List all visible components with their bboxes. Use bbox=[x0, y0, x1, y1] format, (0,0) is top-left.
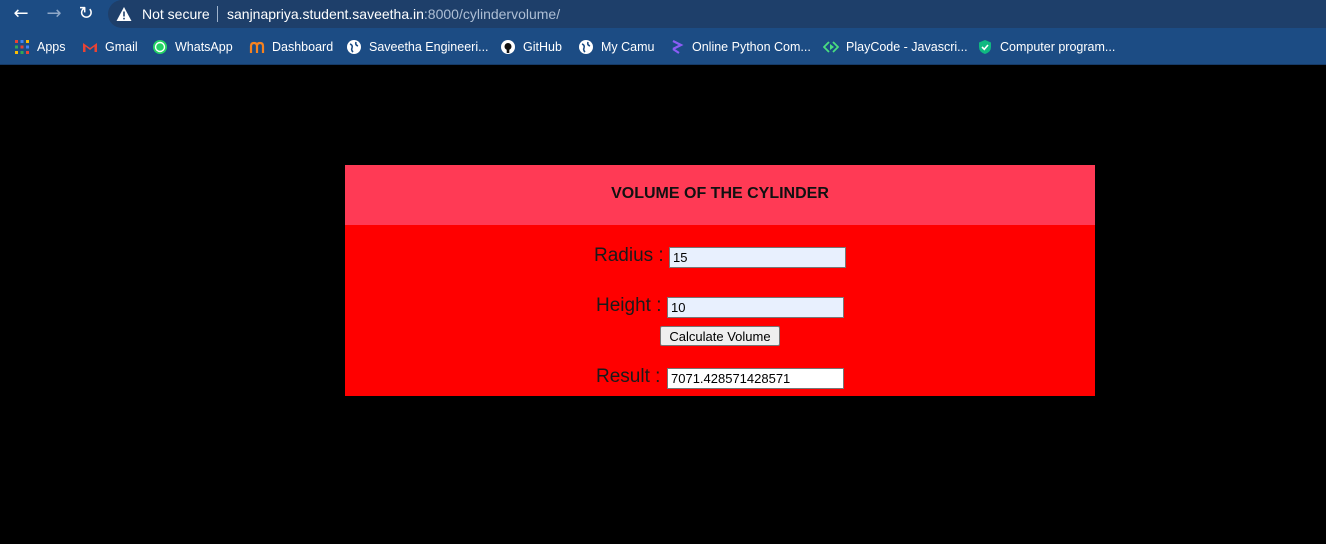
bookmark-label: GitHub bbox=[523, 40, 562, 54]
height-label: Height : bbox=[596, 295, 662, 316]
bookmark-label: WhatsApp bbox=[175, 40, 233, 54]
github-icon bbox=[501, 40, 515, 54]
whatsapp-icon bbox=[153, 40, 167, 54]
bookmark-label: Apps bbox=[37, 40, 66, 54]
radius-input[interactable] bbox=[669, 247, 846, 268]
back-arrow-icon[interactable]: ← bbox=[9, 3, 33, 25]
bookmark-gmail[interactable]: Gmail bbox=[82, 38, 138, 56]
bookmark-label: My Camu bbox=[601, 40, 655, 54]
url-path: :8000/cylindervolume/ bbox=[423, 6, 561, 22]
result-label: Result : bbox=[596, 366, 661, 387]
url-host: sanjnapriya.student.saveetha.in bbox=[227, 6, 424, 22]
bookmark-computer-program[interactable]: Computer program... bbox=[977, 38, 1115, 56]
bookmark-label: Computer program... bbox=[1000, 40, 1116, 54]
warning-icon[interactable] bbox=[116, 6, 132, 22]
browser-toolbar: ← → ↻ Not secure sanjnapriya.student.sav… bbox=[0, 0, 1326, 29]
bookmark-my-camu[interactable]: My Camu bbox=[578, 38, 654, 56]
radius-label: Radius : bbox=[594, 245, 664, 266]
calculate-volume-button[interactable]: Calculate Volume bbox=[660, 326, 780, 346]
bookmark-saveetha[interactable]: Saveetha Engineeri... bbox=[346, 38, 489, 56]
url-text[interactable]: sanjnapriya.student.saveetha.in:8000/cyl… bbox=[227, 6, 560, 22]
height-input[interactable] bbox=[667, 297, 844, 318]
cylinder-form-card: VOLUME OF THE CYLINDER Radius : Height :… bbox=[345, 165, 1095, 396]
python-compiler-icon bbox=[672, 40, 684, 54]
bookmark-online-python[interactable]: Online Python Com... bbox=[669, 38, 811, 56]
bookmark-label: Saveetha Engineeri... bbox=[369, 40, 489, 54]
playcode-icon bbox=[823, 41, 839, 53]
card-header: VOLUME OF THE CYLINDER bbox=[345, 165, 1095, 225]
card-body: Radius : Height : Calculate Volume Resul… bbox=[345, 225, 1095, 396]
bookmark-label: Online Python Com... bbox=[692, 40, 811, 54]
bookmark-apps[interactable]: Apps bbox=[14, 38, 66, 56]
gmail-icon bbox=[83, 43, 97, 52]
bookmark-whatsapp[interactable]: WhatsApp bbox=[152, 38, 233, 56]
result-output[interactable] bbox=[667, 368, 844, 389]
address-separator bbox=[217, 6, 218, 22]
bookmarks-bar: Apps Gmail WhatsApp Dashboard Saveetha E… bbox=[0, 29, 1326, 65]
globe-icon bbox=[347, 40, 361, 54]
forward-arrow-icon[interactable]: → bbox=[42, 3, 66, 25]
bookmark-dashboard[interactable]: Dashboard bbox=[249, 38, 333, 56]
bookmark-label: PlayCode - Javascri... bbox=[846, 40, 968, 54]
bookmark-playcode[interactable]: PlayCode - Javascri... bbox=[823, 38, 968, 56]
apps-grid-icon bbox=[15, 40, 29, 54]
bookmark-label: Dashboard bbox=[272, 40, 334, 54]
reload-icon[interactable]: ↻ bbox=[74, 3, 98, 25]
globe-icon bbox=[579, 40, 593, 54]
bookmark-github[interactable]: GitHub bbox=[500, 38, 562, 56]
security-status-label[interactable]: Not secure bbox=[142, 6, 210, 22]
dashboard-icon bbox=[249, 41, 265, 53]
bookmark-label: Gmail bbox=[105, 40, 138, 54]
shield-icon bbox=[979, 40, 991, 54]
page-title: VOLUME OF THE CYLINDER bbox=[611, 185, 829, 202]
